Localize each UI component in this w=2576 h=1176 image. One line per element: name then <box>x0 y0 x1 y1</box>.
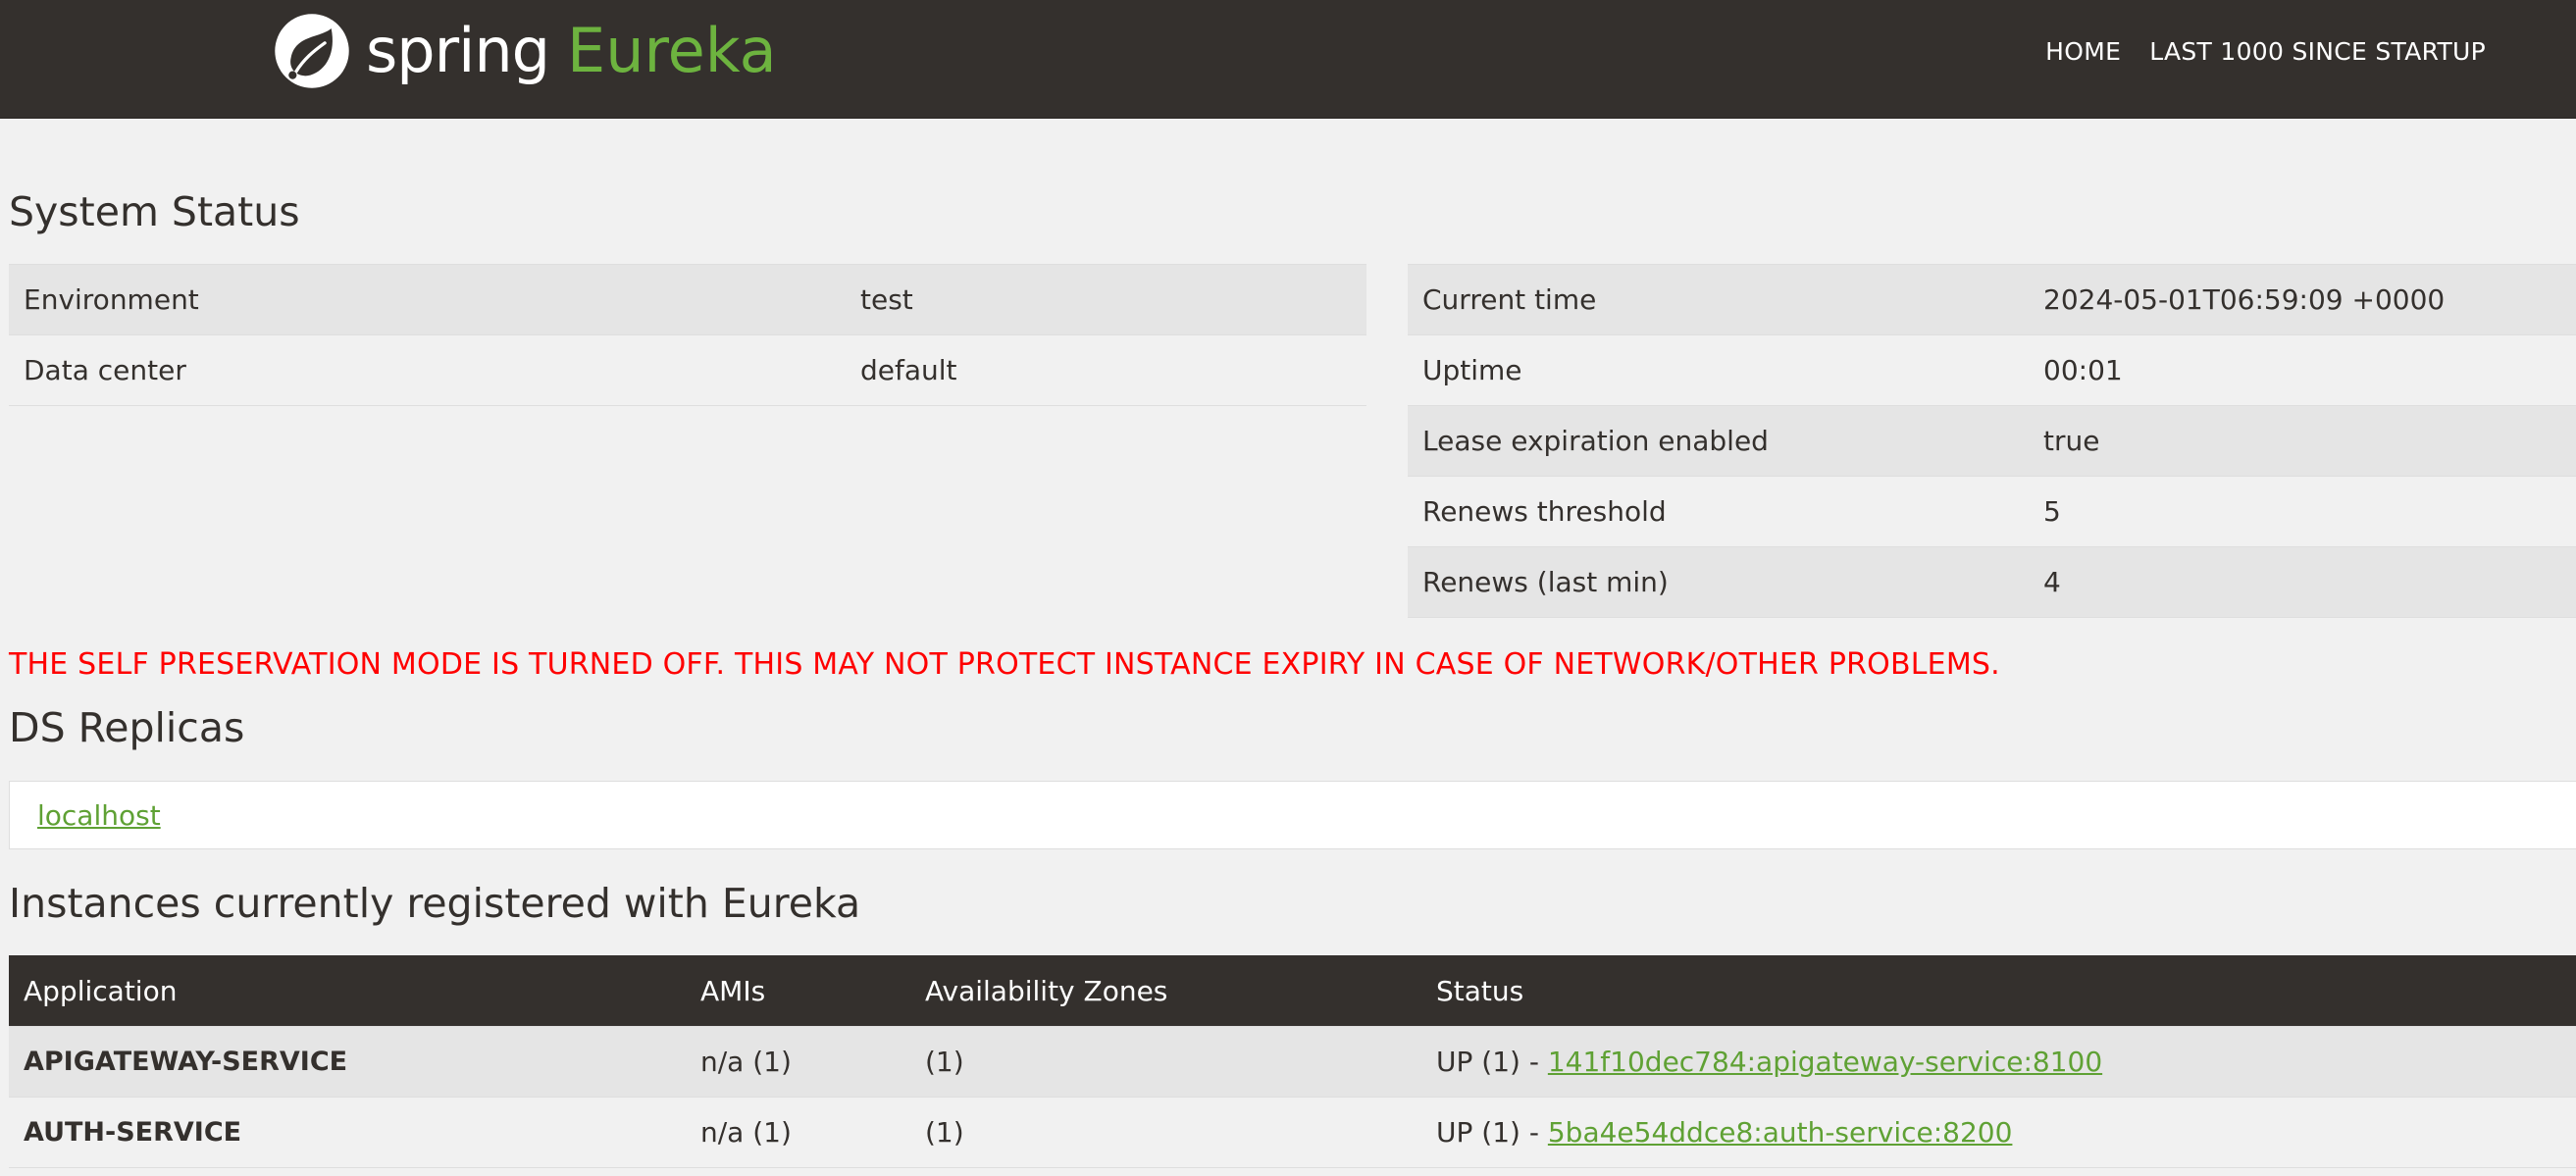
column-header-application: Application <box>9 955 686 1027</box>
column-header-availability-zones: Availability Zones <box>910 955 1421 1027</box>
application-name: AUTH-SERVICE <box>9 1097 686 1168</box>
table-row: Environment test <box>9 264 1366 335</box>
navbar: spring Eureka HOME LAST 1000 SINCE START… <box>0 0 2576 119</box>
logo-spring-text: spring <box>366 15 550 86</box>
spring-leaf-icon <box>275 14 349 88</box>
uptime-label: Uptime <box>1408 334 2029 406</box>
instance-link[interactable]: 5ba4e54ddce8:auth-service:8200 <box>1548 1116 2013 1149</box>
instance-link[interactable]: 141f10dec784:apigateway-service:8100 <box>1548 1046 2102 1078</box>
lease-expiration-value: true <box>2029 405 2576 477</box>
renews-threshold-value: 5 <box>2029 476 2576 547</box>
system-status-title: System Status <box>9 188 300 235</box>
uptime-value: 00:01 <box>2029 334 2576 406</box>
status-text: UP (1) - <box>1436 1116 1548 1149</box>
replica-localhost-link[interactable]: localhost <box>37 799 161 832</box>
environment-label: Environment <box>9 264 846 335</box>
data-center-label: Data center <box>9 334 846 406</box>
status-cell: UP (1) - 141f10dec784:apigateway-service… <box>1421 1026 2576 1098</box>
instances-table: Application AMIs Availability Zones Stat… <box>9 955 2576 1168</box>
amis-value: n/a (1) <box>686 1026 910 1098</box>
availability-zones-value: (1) <box>910 1097 1421 1168</box>
table-row: Renews threshold 5 <box>1408 476 2576 547</box>
system-status-right-table: Current time 2024-05-01T06:59:09 +0000 U… <box>1408 264 2576 618</box>
current-time-value: 2024-05-01T06:59:09 +0000 <box>2029 264 2576 335</box>
renews-threshold-label: Renews threshold <box>1408 476 2029 547</box>
self-preservation-warning: THE SELF PRESERVATION MODE IS TURNED OFF… <box>9 647 2000 682</box>
current-time-label: Current time <box>1408 264 2029 335</box>
table-header-row: Application AMIs Availability Zones Stat… <box>9 955 2576 1027</box>
environment-value: test <box>846 264 1366 335</box>
ds-replicas-title: DS Replicas <box>9 704 245 751</box>
ds-replicas-list: localhost <box>9 781 2576 849</box>
table-row: Data center default <box>9 334 1366 406</box>
availability-zones-value: (1) <box>910 1026 1421 1098</box>
column-header-amis: AMIs <box>686 955 910 1027</box>
instances-title: Instances currently registered with Eure… <box>9 880 861 927</box>
data-center-value: default <box>846 334 1366 406</box>
nav-home-link[interactable]: HOME <box>2045 37 2121 66</box>
system-status-left-table: Environment test Data center default <box>9 264 1366 406</box>
table-row: AUTH-SERVICE n/a (1) (1) UP (1) - 5ba4e5… <box>9 1097 2576 1168</box>
table-row: APIGATEWAY-SERVICE n/a (1) (1) UP (1) - … <box>9 1026 2576 1098</box>
table-row: Uptime 00:01 <box>1408 334 2576 406</box>
amis-value: n/a (1) <box>686 1097 910 1168</box>
spring-eureka-logo[interactable]: spring Eureka <box>272 10 777 92</box>
renews-last-min-value: 4 <box>2029 546 2576 618</box>
nav-last-1000-link[interactable]: LAST 1000 SINCE STARTUP <box>2149 37 2486 66</box>
table-row: Lease expiration enabled true <box>1408 405 2576 477</box>
renews-last-min-label: Renews (last min) <box>1408 546 2029 618</box>
column-header-status: Status <box>1421 955 2576 1027</box>
logo-eureka-text: Eureka <box>567 15 777 86</box>
table-row: Current time 2024-05-01T06:59:09 +0000 <box>1408 264 2576 335</box>
nav-links: HOME LAST 1000 SINCE STARTUP <box>2017 0 2486 102</box>
status-text: UP (1) - <box>1436 1046 1548 1078</box>
table-row: Renews (last min) 4 <box>1408 546 2576 618</box>
status-cell: UP (1) - 5ba4e54ddce8:auth-service:8200 <box>1421 1097 2576 1168</box>
application-name: APIGATEWAY-SERVICE <box>9 1026 686 1098</box>
lease-expiration-label: Lease expiration enabled <box>1408 405 2029 477</box>
